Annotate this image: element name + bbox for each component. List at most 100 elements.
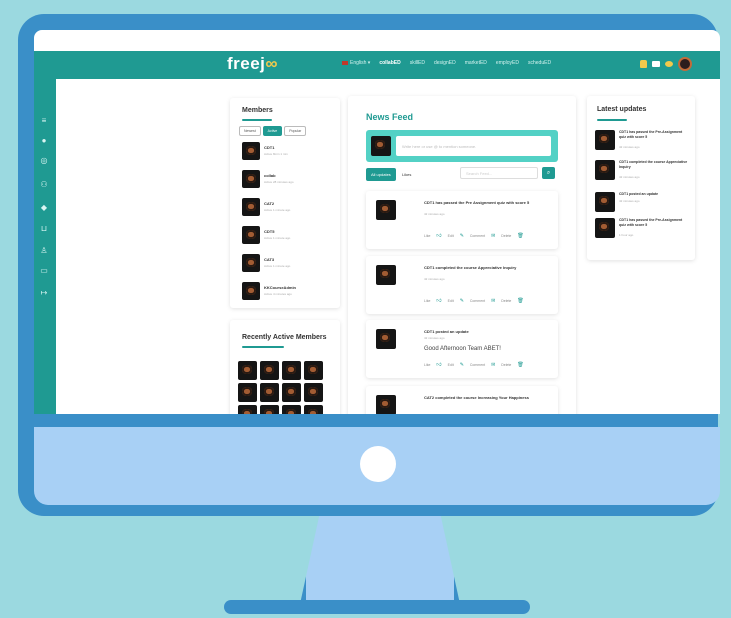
like-button[interactable]: Like (424, 363, 430, 367)
update-item[interactable]: CDT1 has passed the Pre-Assignment quiz … (595, 218, 691, 242)
notification-bell-icon[interactable] (640, 60, 647, 68)
member-name: CDT5 (264, 229, 275, 234)
user-avatar[interactable] (678, 57, 692, 71)
tab-active[interactable]: Active (262, 126, 283, 136)
update-avatar (595, 218, 615, 238)
top-icons (640, 57, 692, 71)
recent-member-avatar[interactable] (238, 405, 257, 414)
update-item[interactable]: CDT1 completed the course Appreciative I… (595, 160, 691, 184)
members-title: Members (242, 107, 273, 114)
cart-icon[interactable]: ⊔ (39, 225, 49, 233)
recent-member-avatar[interactable] (238, 361, 257, 380)
title-underline (242, 346, 284, 348)
filter-all-updates[interactable]: All updates (366, 168, 396, 181)
like-button[interactable]: Like (424, 299, 430, 303)
post-text: CDT1 posted an update (424, 329, 469, 334)
recent-member-avatar[interactable] (304, 405, 323, 414)
nav-item-marketed[interactable]: marketED (465, 60, 487, 66)
member-item[interactable]: CAT2 Active 1 minute ago (242, 198, 332, 218)
recent-member-avatar[interactable] (260, 383, 279, 402)
member-item[interactable]: CDT5 Active 1 minute ago (242, 226, 332, 246)
search-icon[interactable]: ⌕ (542, 167, 555, 179)
composer-input[interactable]: Write here or use @ to mention someone. (396, 136, 551, 156)
person-icon[interactable]: ♙ (39, 247, 49, 255)
thumbs-up-icon: 👍︎ (436, 298, 442, 304)
edit-button[interactable]: Edit (448, 363, 454, 367)
recent-member-avatar[interactable] (282, 405, 301, 414)
nav-item-schedued[interactable]: scheduED (528, 60, 551, 66)
recent-member-avatar[interactable] (238, 383, 257, 402)
post-text: CAT2 completed the course Increasing You… (424, 395, 529, 400)
update-time: 1 hour ago (619, 233, 634, 237)
recent-member-avatar[interactable] (260, 361, 279, 380)
message-icon[interactable] (652, 61, 660, 67)
points-icon[interactable] (665, 61, 673, 67)
post-actions: Like 👍︎ Edit ✎ Comment ✉ Delete 🗑︎ (424, 362, 524, 368)
member-status: Active 4 minutes ago (264, 292, 292, 296)
update-avatar (595, 130, 615, 150)
news-feed: News Feed Write here or use @ to mention… (348, 96, 576, 414)
update-text: CDT1 completed the course Appreciative I… (619, 160, 688, 169)
recently-active-widget: Recently Active Members (230, 320, 340, 414)
menu-icon[interactable]: ≡ (39, 117, 49, 125)
title-underline (242, 119, 272, 121)
latest-title: Latest updates (597, 106, 647, 113)
language-selector[interactable]: English ▾ (342, 60, 370, 66)
nav-item-collabed[interactable]: collabED (379, 60, 400, 66)
filter-likes[interactable]: Likes (397, 168, 416, 181)
user-circle-icon[interactable]: ◎ (39, 157, 49, 165)
tag-icon[interactable]: ◆ (39, 204, 49, 212)
edit-button[interactable]: Edit (448, 234, 454, 238)
member-status: Active 28 minutes ago (264, 180, 294, 184)
tab-popular[interactable]: Popular (284, 126, 307, 136)
id-card-icon[interactable]: ▭ (39, 267, 49, 275)
post-avatar[interactable] (376, 395, 396, 414)
logout-icon[interactable]: ↦ (39, 289, 49, 297)
update-text: CDT1 has passed the Pre-Assignment quiz … (619, 130, 683, 139)
post-avatar[interactable] (376, 200, 396, 220)
nav-item-skilled[interactable]: skillED (410, 60, 425, 66)
recent-member-avatar[interactable] (282, 383, 301, 402)
top-navigation-bar: freej∞ English ▾ collabED skillED design… (34, 51, 720, 79)
member-name: collab (264, 173, 276, 178)
nav-item-designed[interactable]: designED (434, 60, 456, 66)
member-item[interactable]: CAT3 Active 1 minute ago (242, 254, 332, 274)
post-avatar[interactable] (376, 265, 396, 285)
feed-search-input[interactable]: Search Feed... (460, 167, 538, 179)
feed-title: News Feed (366, 112, 414, 122)
members-widget: Members Newest Active Popular CDT1 Activ… (230, 98, 340, 308)
recent-member-avatar[interactable] (260, 405, 279, 414)
delete-button[interactable]: Delete (501, 363, 511, 367)
delete-button[interactable]: Delete (501, 299, 511, 303)
member-name: CAT2 (264, 201, 275, 206)
update-item[interactable]: CDT1 posted an update 42 minutes ago (595, 192, 691, 216)
recent-member-avatar[interactable] (282, 361, 301, 380)
like-button[interactable]: Like (424, 234, 430, 238)
recent-member-avatar[interactable] (304, 383, 323, 402)
member-item[interactable]: collab Active 28 minutes ago (242, 170, 332, 190)
update-item[interactable]: CDT1 has passed the Pre-Assignment quiz … (595, 130, 691, 154)
delete-button[interactable]: Delete (501, 234, 511, 238)
users-icon[interactable]: ⚇ (39, 181, 49, 189)
recent-member-avatar[interactable] (304, 361, 323, 380)
post-avatar[interactable] (376, 329, 396, 349)
update-text: CDT1 posted an update (619, 192, 659, 196)
update-avatar (595, 192, 615, 212)
member-item[interactable]: KKCourseAdmin Active 4 minutes ago (242, 282, 332, 302)
avatar[interactable]: ● (39, 137, 49, 145)
edit-icon: ✎ (459, 362, 464, 368)
member-item[interactable]: CDT1 Active 8min 1 min (242, 142, 332, 162)
post-time: 42 minutes ago (424, 277, 445, 281)
update-time: 42 minutes ago (619, 145, 640, 149)
nav-item-employed[interactable]: employED (496, 60, 519, 66)
monitor-screen: freej∞ English ▾ collabED skillED design… (34, 30, 720, 414)
logo[interactable]: freej∞ (227, 54, 278, 74)
comment-button[interactable]: Comment (470, 363, 485, 367)
thumbs-up-icon: 👍︎ (436, 362, 442, 368)
comment-button[interactable]: Comment (470, 234, 485, 238)
member-name: KKCourseAdmin (264, 285, 297, 290)
comment-button[interactable]: Comment (470, 299, 485, 303)
tab-newest[interactable]: Newest (239, 126, 261, 136)
member-status: Active 1 minute ago (264, 236, 291, 240)
edit-button[interactable]: Edit (448, 299, 454, 303)
